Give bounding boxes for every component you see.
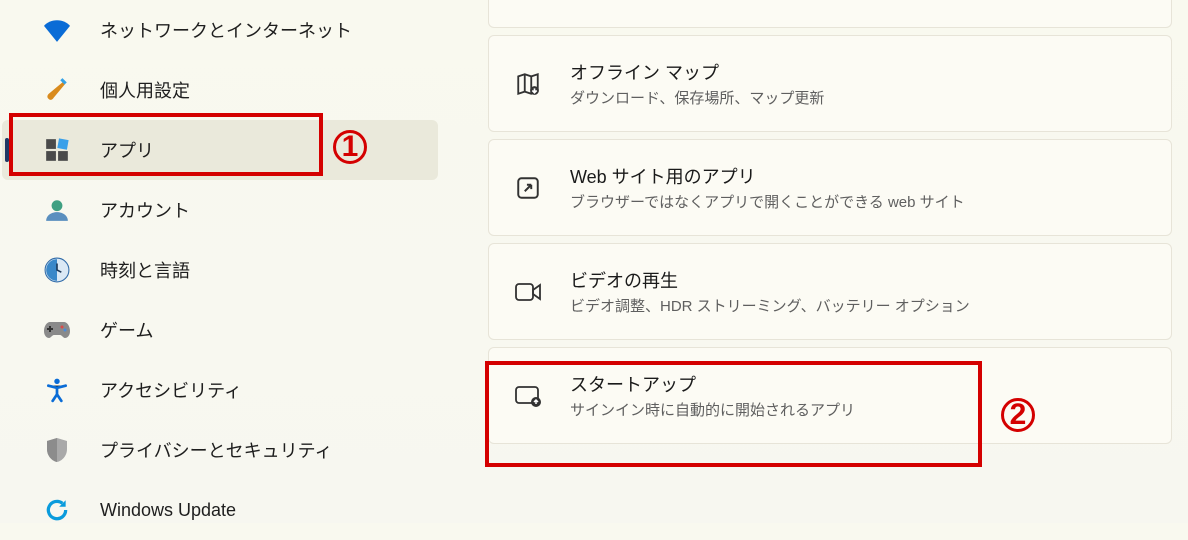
sidebar-item-label: ゲーム xyxy=(100,317,153,343)
card-text: Web サイト用のアプリ ブラウザーではなくアプリで開くことができる web サ… xyxy=(570,163,965,212)
sidebar-item-games[interactable]: ゲーム xyxy=(2,300,438,360)
sidebar-item-label: Windows Update xyxy=(100,500,236,521)
sidebar-item-label: ネットワークとインターネット xyxy=(100,17,352,43)
gamepad-icon xyxy=(42,315,72,345)
card-subtitle: ビデオ調整、HDR ストリーミング、バッテリー オプション xyxy=(570,295,970,316)
sidebar-item-privacy[interactable]: プライバシーとセキュリティ xyxy=(2,420,438,480)
card-title: オフライン マップ xyxy=(570,59,824,85)
settings-main: オフライン マップ ダウンロード、保存場所、マップ更新 Web サイト用のアプリ… xyxy=(440,0,1188,523)
open-icon xyxy=(514,174,542,202)
map-icon xyxy=(514,70,542,98)
settings-sidebar: ネットワークとインターネット 個人用設定 アプリ アカウント 時刻と言語 ゲーム xyxy=(0,0,440,523)
card-offline-maps[interactable]: オフライン マップ ダウンロード、保存場所、マップ更新 xyxy=(488,35,1172,132)
sidebar-item-apps[interactable]: アプリ xyxy=(2,120,438,180)
wifi-icon xyxy=(42,15,72,45)
sidebar-item-network[interactable]: ネットワークとインターネット xyxy=(2,0,438,60)
sidebar-item-label: アクセシビリティ xyxy=(100,377,242,403)
sidebar-item-label: プライバシーとセキュリティ xyxy=(100,437,333,463)
card-subtitle: ダウンロード、保存場所、マップ更新 xyxy=(570,87,824,108)
account-icon xyxy=(42,195,72,225)
card-startup[interactable]: スタートアップ サインイン時に自動的に開始されるアプリ xyxy=(488,347,1172,444)
sidebar-item-account[interactable]: アカウント xyxy=(2,180,438,240)
card-text: スタートアップ サインイン時に自動的に開始されるアプリ xyxy=(570,371,855,420)
time-icon xyxy=(42,255,72,285)
sidebar-item-personalization[interactable]: 個人用設定 xyxy=(2,60,438,120)
sidebar-item-time[interactable]: 時刻と言語 xyxy=(2,240,438,300)
sidebar-item-label: アカウント xyxy=(100,197,190,223)
update-icon xyxy=(42,495,72,525)
sidebar-item-accessibility[interactable]: アクセシビリティ xyxy=(2,360,438,420)
video-icon xyxy=(514,278,542,306)
card-subtitle: ブラウザーではなくアプリで開くことができる web サイト xyxy=(570,191,965,212)
sidebar-item-label: 個人用設定 xyxy=(100,77,190,103)
card-text: オフライン マップ ダウンロード、保存場所、マップ更新 xyxy=(570,59,824,108)
card-text: ビデオの再生 ビデオ調整、HDR ストリーミング、バッテリー オプション xyxy=(570,267,970,316)
sidebar-item-label: アプリ xyxy=(100,137,154,163)
paint-icon xyxy=(42,75,72,105)
apps-icon xyxy=(42,135,72,165)
startup-icon xyxy=(514,382,542,410)
card-title: スタートアップ xyxy=(570,371,855,397)
sidebar-item-update[interactable]: Windows Update xyxy=(2,480,438,540)
card-title: Web サイト用のアプリ xyxy=(570,163,965,189)
card-title: ビデオの再生 xyxy=(570,267,970,293)
shield-icon xyxy=(42,435,72,465)
accessibility-icon xyxy=(42,375,72,405)
sidebar-item-label: 時刻と言語 xyxy=(100,257,190,283)
card-web-apps[interactable]: Web サイト用のアプリ ブラウザーではなくアプリで開くことができる web サ… xyxy=(488,139,1172,236)
card-subtitle: サインイン時に自動的に開始されるアプリ xyxy=(570,399,855,420)
card-partial-top[interactable] xyxy=(488,0,1172,28)
card-video[interactable]: ビデオの再生 ビデオ調整、HDR ストリーミング、バッテリー オプション xyxy=(488,243,1172,340)
